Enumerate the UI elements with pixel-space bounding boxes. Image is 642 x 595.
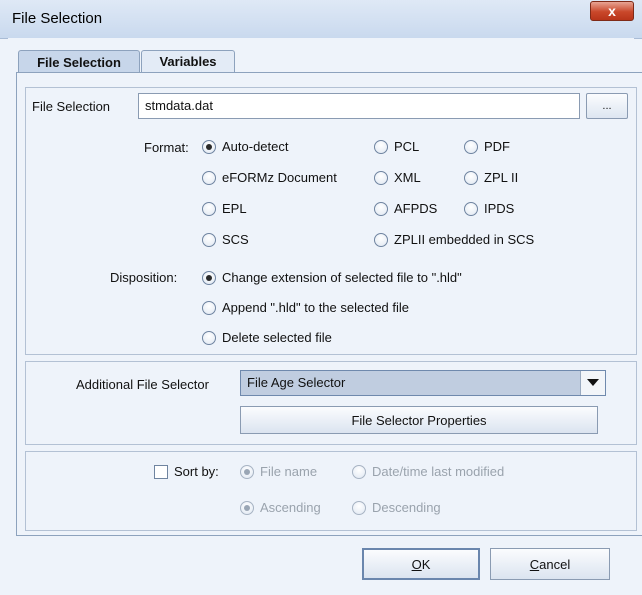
window-title: File Selection xyxy=(12,10,103,27)
format-radio-zpl-ii[interactable] xyxy=(464,171,478,185)
sort-radio-file-name[interactable] xyxy=(240,465,254,479)
format-radio-pdf[interactable] xyxy=(464,140,478,154)
sort-option-label: File name xyxy=(260,464,318,479)
file-selector-properties-button[interactable]: File Selector Properties xyxy=(240,406,598,434)
format-radio-auto-detect[interactable] xyxy=(202,140,216,154)
cancel-label-rest: ancel xyxy=(539,556,571,572)
format-option-label: ZPLII embedded in SCS xyxy=(394,232,535,247)
ok-button[interactable]: OK xyxy=(362,548,480,580)
format-option-label: PDF xyxy=(484,139,510,154)
format-radio-eformz-document[interactable] xyxy=(202,171,216,185)
sort-radio-date-modified[interactable] xyxy=(352,465,366,479)
disposition-radio-delete-file[interactable] xyxy=(202,331,216,345)
disposition-label: Disposition: xyxy=(110,270,178,285)
browse-button[interactable]: ... xyxy=(586,93,628,119)
sort-radio-descending[interactable] xyxy=(352,501,366,515)
format-option-label: PCL xyxy=(394,139,420,154)
format-radio-pcl[interactable] xyxy=(374,140,388,154)
format-radio-zplii-embedded-in-scs[interactable] xyxy=(374,233,388,247)
format-label: Format: xyxy=(144,140,189,155)
format-option-label: Auto-detect xyxy=(222,139,289,154)
additional-selector-label: Additional File Selector xyxy=(76,377,209,392)
sort-by-label: Sort by: xyxy=(174,464,219,479)
tab-label: File Selection xyxy=(37,54,121,70)
format-radio-afpds[interactable] xyxy=(374,202,388,216)
format-option-label: XML xyxy=(394,170,421,185)
file-settings-panel: File Selection stmdata.dat ... Format: A… xyxy=(25,87,637,355)
additional-selector-panel: Additional File Selector File Age Select… xyxy=(25,361,637,445)
chevron-down-icon[interactable] xyxy=(580,371,605,395)
sort-radio-ascending[interactable] xyxy=(240,501,254,515)
disposition-option-label: Change extension of selected file to ".h… xyxy=(222,270,462,285)
disposition-option-label: Append ".hld" to the selected file xyxy=(222,300,410,315)
tab-panel: File Selection stmdata.dat ... Format: A… xyxy=(16,72,642,536)
format-option-label: EPL xyxy=(222,201,247,216)
file-selection-dialog: File Selection x File Selection Variable… xyxy=(0,0,642,595)
sort-order-label: Descending xyxy=(372,500,441,515)
format-radio-xml[interactable] xyxy=(374,171,388,185)
close-button[interactable]: x xyxy=(590,1,634,21)
file-selection-value: stmdata.dat xyxy=(145,98,213,113)
file-selection-label: File Selection xyxy=(32,99,111,114)
file-selector-value: File Age Selector xyxy=(247,375,346,390)
sort-order-label: Ascending xyxy=(260,500,321,515)
sort-by-checkbox[interactable] xyxy=(154,465,168,479)
disposition-option-label: Delete selected file xyxy=(222,330,332,345)
browse-label: ... xyxy=(602,100,612,112)
ok-mnemonic: O xyxy=(411,556,422,572)
disposition-radio-change-extension[interactable] xyxy=(202,271,216,285)
properties-button-label: File Selector Properties xyxy=(351,412,487,428)
tab-label: Variables xyxy=(159,54,217,69)
cancel-mnemonic: C xyxy=(529,556,540,572)
cancel-button[interactable]: Cancel xyxy=(490,548,610,580)
file-selection-input[interactable]: stmdata.dat xyxy=(138,93,580,119)
format-radio-epl[interactable] xyxy=(202,202,216,216)
sort-option-label: Date/time last modified xyxy=(372,464,505,479)
format-radio-scs[interactable] xyxy=(202,233,216,247)
ok-label-rest: K xyxy=(421,556,431,572)
file-selector-dropdown[interactable]: File Age Selector xyxy=(240,370,606,396)
format-option-label: eFORMz Document xyxy=(222,170,337,185)
format-option-label: AFPDS xyxy=(394,201,438,216)
sort-panel: Sort by: File name Date/time last modifi… xyxy=(25,451,637,531)
title-bar[interactable]: File Selection x xyxy=(0,0,642,39)
format-radio-ipds[interactable] xyxy=(464,202,478,216)
dialog-content: File Selection Variables File Selection … xyxy=(8,38,642,587)
tab-file-selection[interactable]: File Selection xyxy=(18,50,140,73)
format-option-label: SCS xyxy=(222,232,249,247)
tab-variables[interactable]: Variables xyxy=(141,50,235,72)
disposition-radio-append-hld[interactable] xyxy=(202,301,216,315)
close-icon: x xyxy=(608,3,616,19)
format-option-label: IPDS xyxy=(484,201,515,216)
format-option-label: ZPL II xyxy=(484,170,519,185)
